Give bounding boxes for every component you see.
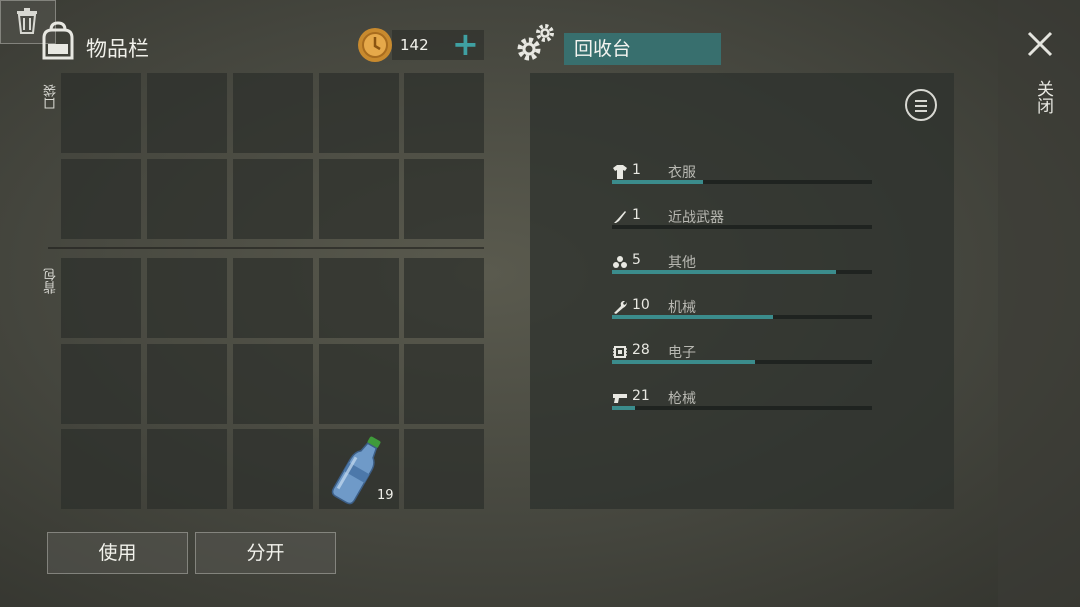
resource-row-melee: 1 近战武器 <box>612 206 872 236</box>
resource-row-electronics: 28 电子 <box>612 341 872 371</box>
pocket-slot[interactable] <box>147 73 227 153</box>
backpack-slot[interactable] <box>61 258 141 338</box>
use-button[interactable]: 使用 <box>47 532 188 574</box>
backpack-label: 背包 <box>44 268 59 294</box>
pocket-slot[interactable] <box>233 73 313 153</box>
backpack-slot[interactable] <box>61 344 141 424</box>
resource-count: 5 <box>632 252 641 268</box>
coin-icon <box>358 28 392 62</box>
menu-button[interactable] <box>905 89 937 121</box>
resource-name: 枪械 <box>668 391 696 407</box>
pocket-slot[interactable] <box>319 73 399 153</box>
resource-name: 衣服 <box>668 165 696 181</box>
resource-name: 电子 <box>668 345 696 361</box>
resource-count: 10 <box>632 297 650 313</box>
wrench-icon <box>614 301 627 314</box>
backpack-slot[interactable] <box>147 344 227 424</box>
backpack-slot[interactable] <box>147 258 227 338</box>
resource-row-mechanical: 10 机械 <box>612 296 872 326</box>
resource-name: 其他 <box>668 255 696 271</box>
backpack-slot[interactable] <box>404 258 484 338</box>
pocket-slot[interactable] <box>404 73 484 153</box>
backpack-slot[interactable] <box>404 429 484 509</box>
inventory-title: 物品栏 <box>86 37 149 61</box>
resource-progress-fill <box>612 406 636 410</box>
split-button[interactable]: 分开 <box>195 532 336 574</box>
resource-progress-track <box>612 406 872 410</box>
pocket-label: 口袋 <box>44 84 59 110</box>
close-button[interactable]: 关闭 <box>1031 80 1056 114</box>
pocket-slot[interactable] <box>233 159 313 239</box>
resource-count: 1 <box>632 162 641 178</box>
gears-icon <box>517 24 554 61</box>
chip-icon <box>613 346 627 358</box>
resource-row-firearms: 21 枪械 <box>612 387 872 417</box>
resource-progress-fill <box>612 270 836 274</box>
backpack-slot[interactable] <box>319 258 399 338</box>
item-quantity: 19 <box>377 488 394 503</box>
resource-progress-track <box>612 360 872 364</box>
dots-icon <box>613 256 627 268</box>
backpack-slot[interactable] <box>233 344 313 424</box>
backpack-slot[interactable] <box>404 344 484 424</box>
gun-icon <box>613 394 627 403</box>
resource-progress-track <box>612 180 872 184</box>
pocket-slot[interactable] <box>147 159 227 239</box>
resource-count: 21 <box>632 388 650 404</box>
resource-progress-fill <box>612 315 774 319</box>
resource-name: 近战武器 <box>668 210 724 226</box>
resource-progress-track <box>612 225 872 229</box>
add-coins-button[interactable]: + <box>452 28 479 60</box>
backpack-slot[interactable] <box>147 429 227 509</box>
trash-icon <box>17 8 37 34</box>
backpack-slot[interactable] <box>233 429 313 509</box>
coin-count: 142 <box>400 36 429 54</box>
resource-progress-track <box>612 270 872 274</box>
pocket-slot[interactable] <box>61 159 141 239</box>
section-divider <box>48 247 484 249</box>
knife-icon <box>614 211 626 223</box>
menu-icon <box>915 100 927 102</box>
pocket-slot[interactable] <box>319 159 399 239</box>
resource-row-other: 5 其他 <box>612 251 872 281</box>
recycler-panel <box>530 73 954 509</box>
resource-count: 28 <box>632 342 650 358</box>
resource-progress-track <box>612 315 872 319</box>
backpack-slot[interactable] <box>233 258 313 338</box>
resource-name: 机械 <box>668 300 696 316</box>
resource-progress-fill <box>612 180 703 184</box>
shirt-icon <box>613 165 627 179</box>
close-icon[interactable] <box>1026 30 1054 58</box>
backpack-icon <box>42 21 74 60</box>
pocket-slot[interactable] <box>61 73 141 153</box>
backpack-slot[interactable] <box>61 429 141 509</box>
resource-row-clothes: 1 衣服 <box>612 161 872 191</box>
backpack-slot[interactable] <box>319 344 399 424</box>
resource-count: 1 <box>632 207 641 223</box>
resource-progress-fill <box>612 360 755 364</box>
recycler-title: 回收台 <box>564 33 721 65</box>
pocket-slot[interactable] <box>404 159 484 239</box>
